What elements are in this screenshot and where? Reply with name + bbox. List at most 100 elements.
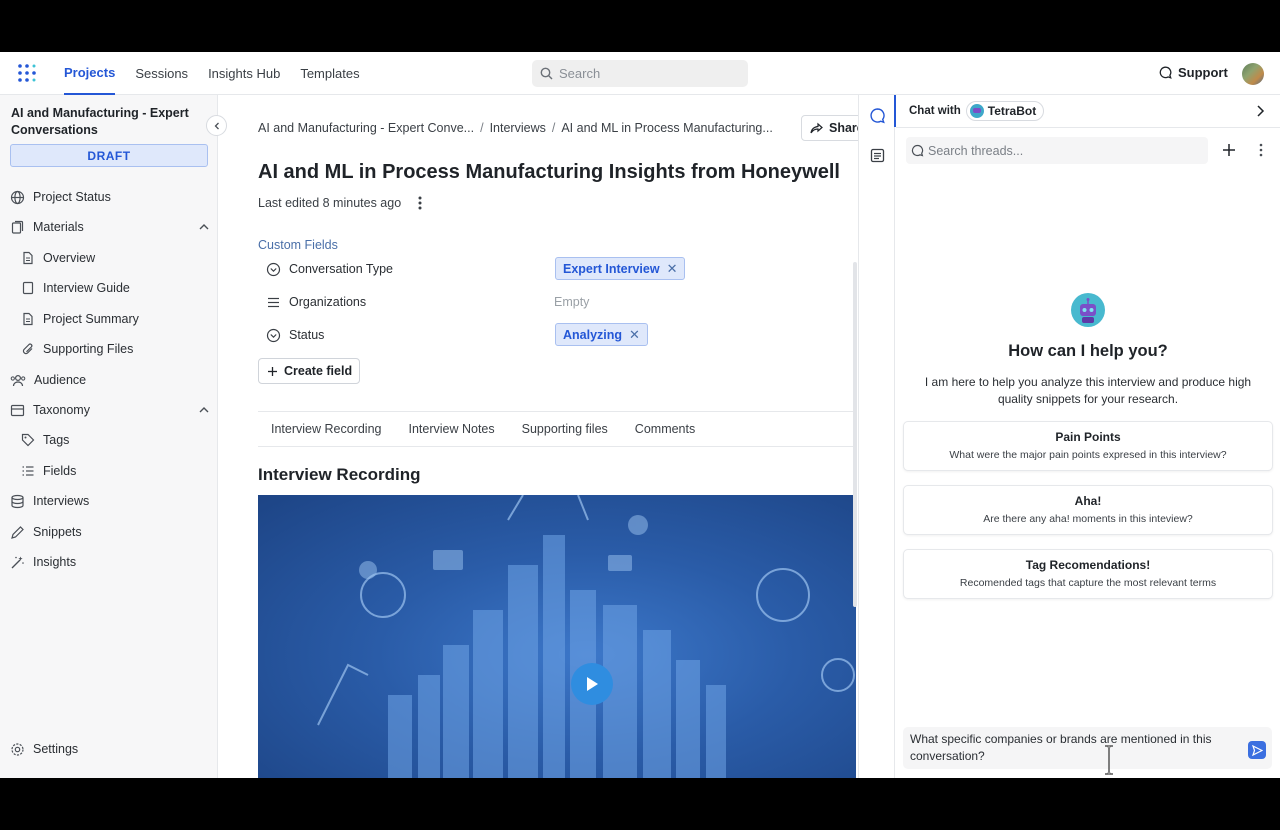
- remove-chip-icon[interactable]: ✕: [667, 261, 678, 277]
- suggestion-description: Are there any aha! moments in this intev…: [983, 513, 1193, 525]
- sidebar-item-interviews[interactable]: Interviews: [10, 489, 89, 513]
- chat-header-label: Chat with: [909, 105, 961, 117]
- sidebar-item-tags[interactable]: Tags: [21, 428, 69, 452]
- sidebar-item-supporting-files[interactable]: Supporting Files: [21, 337, 133, 361]
- suggestion-card[interactable]: Aha! Are there any aha! moments in this …: [903, 485, 1273, 535]
- nav-projects[interactable]: Projects: [64, 52, 116, 95]
- field-label: Organizations: [289, 295, 367, 309]
- bot-name: TetraBot: [987, 104, 1037, 118]
- field-status[interactable]: Status: [266, 324, 324, 346]
- user-avatar[interactable]: [1242, 63, 1264, 85]
- chat-bubble-icon[interactable]: [869, 107, 886, 124]
- menu-lines-icon: [268, 297, 279, 307]
- chevron-up-icon[interactable]: [198, 404, 210, 416]
- sidebar-item-insights[interactable]: Insights: [10, 550, 76, 574]
- sidebar-item-label: Tags: [43, 433, 70, 447]
- organizations-value[interactable]: Empty: [554, 295, 589, 309]
- chip-label: Expert Interview: [563, 261, 660, 276]
- main-nav: Projects Sessions Insights Hub Templates: [64, 52, 360, 95]
- conversation-type-chip[interactable]: Expert Interview ✕: [555, 257, 686, 280]
- sidebar-item-interview-guide[interactable]: Interview Guide: [21, 276, 130, 300]
- main-scrollbar[interactable]: [853, 262, 857, 607]
- chat-header: Chat with TetraBot: [896, 95, 1280, 128]
- tab-interview-recording[interactable]: Interview Recording: [271, 422, 381, 436]
- sidebar-item-label: Interview Guide: [43, 281, 130, 295]
- book-icon: [22, 281, 34, 295]
- bot-selector[interactable]: TetraBot: [965, 101, 1045, 121]
- project-sidebar: AI and Manufacturing - Expert Conversati…: [0, 95, 218, 778]
- play-button[interactable]: [571, 663, 613, 705]
- chevron-up-icon[interactable]: [198, 221, 210, 233]
- sidebar-item-project-status[interactable]: Project Status: [10, 185, 111, 209]
- global-search-input[interactable]: [559, 66, 739, 81]
- suggestion-description: What were the major pain points expresed…: [949, 449, 1227, 461]
- thread-search: [906, 137, 1208, 164]
- sidebar-item-overview[interactable]: Overview: [21, 246, 95, 270]
- sidebar-item-project-summary[interactable]: Project Summary: [21, 307, 139, 331]
- sidebar-item-label: Fields: [43, 464, 77, 478]
- more-vertical-icon[interactable]: [1258, 143, 1264, 157]
- sidebar-item-audience[interactable]: Audience: [10, 368, 86, 392]
- field-label: Conversation Type: [289, 262, 393, 276]
- suggestion-description: Recomended tags that capture the most re…: [959, 577, 1217, 589]
- global-search: [532, 60, 748, 87]
- nav-sessions[interactable]: Sessions: [135, 53, 188, 94]
- sidebar-item-fields[interactable]: Fields: [21, 459, 76, 483]
- tab-interview-notes[interactable]: Interview Notes: [408, 422, 494, 436]
- chat-panel: Chat with TetraBot How can I help you? I…: [896, 95, 1280, 778]
- field-label: Status: [289, 328, 325, 342]
- list-icon: [22, 466, 34, 476]
- sidebar-item-snippets[interactable]: Snippets: [10, 520, 82, 544]
- suggestion-title: Aha!: [1074, 494, 1102, 508]
- sidebar-item-label: Insights: [33, 555, 77, 569]
- play-icon: [587, 677, 598, 691]
- chevron-right-icon[interactable]: [1254, 104, 1266, 118]
- content-tabs: Interview Recording Interview Notes Supp…: [258, 411, 855, 447]
- sidebar-item-label: Interviews: [33, 494, 90, 508]
- globe-icon: [10, 190, 25, 204]
- sidebar-item-taxonomy[interactable]: Taxonomy: [10, 398, 210, 422]
- suggestion-card[interactable]: Pain Points What were the major pain poi…: [903, 421, 1273, 471]
- remove-chip-icon[interactable]: ✕: [629, 327, 640, 343]
- tab-comments[interactable]: Comments: [635, 422, 695, 436]
- app-logo-icon[interactable]: [16, 62, 38, 84]
- field-conversation-type[interactable]: Conversation Type: [266, 258, 393, 280]
- chip-label: Analyzing: [563, 327, 623, 342]
- suggestion-card[interactable]: Tag Recomendations! Recomended tags that…: [903, 549, 1273, 599]
- sidebar-item-materials[interactable]: Materials: [10, 215, 210, 239]
- support-button[interactable]: Support: [1159, 65, 1228, 80]
- notes-icon[interactable]: [869, 147, 886, 164]
- thread-search-input[interactable]: [928, 143, 1198, 158]
- file-text-icon: [23, 251, 33, 265]
- send-button[interactable]: [1248, 741, 1266, 759]
- status-chip[interactable]: Analyzing ✕: [555, 323, 648, 346]
- search-icon: [540, 67, 553, 80]
- create-field-label: Create field: [284, 364, 353, 378]
- bot-avatar-icon: [1071, 293, 1105, 327]
- section-title: Interview Recording: [258, 465, 421, 484]
- new-thread-plus-icon[interactable]: [1222, 143, 1236, 157]
- help-title: How can I help you?: [1008, 342, 1168, 360]
- project-title: AI and Manufacturing - Expert Conversati…: [11, 106, 189, 137]
- top-nav: Projects Sessions Insights Hub Templates…: [0, 52, 1280, 95]
- text-cursor-icon: [1105, 745, 1113, 775]
- help-description: I am here to help you analyze this inter…: [924, 375, 1252, 406]
- send-icon: [1251, 744, 1263, 756]
- sidebar-item-label: Snippets: [33, 525, 82, 539]
- support-label: Support: [1178, 65, 1228, 80]
- nav-templates[interactable]: Templates: [300, 53, 359, 94]
- sidebar-item-label: Audience: [34, 373, 87, 387]
- chevron-left-icon: [214, 122, 219, 129]
- circle-chevron-icon: [266, 328, 281, 342]
- interview-video-player[interactable]: [258, 495, 856, 778]
- sidebar-item-settings[interactable]: Settings: [10, 737, 78, 761]
- tab-supporting-files[interactable]: Supporting files: [522, 422, 608, 436]
- sidebar-item-label: Taxonomy: [33, 403, 90, 417]
- field-organizations[interactable]: Organizations: [266, 291, 366, 313]
- nav-insights-hub[interactable]: Insights Hub: [208, 53, 280, 94]
- pen-icon: [11, 525, 24, 539]
- collapse-sidebar-button[interactable]: [206, 115, 227, 136]
- chat-message-input[interactable]: What specific companies or brands are me…: [903, 727, 1272, 769]
- sidebar-item-label: Settings: [33, 742, 79, 756]
- create-field-button[interactable]: Create field: [258, 358, 360, 384]
